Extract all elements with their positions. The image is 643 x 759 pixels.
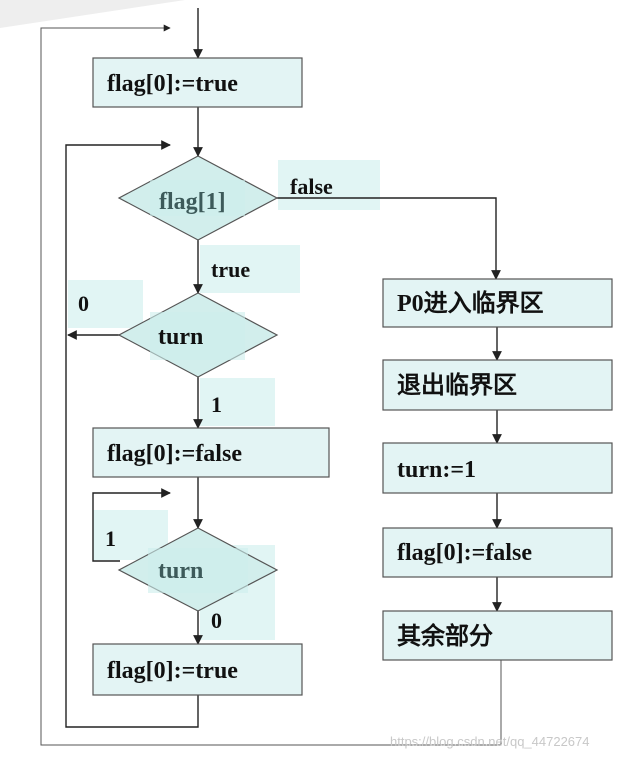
node-set-flag0-false-label: flag[0]:=false xyxy=(107,441,242,467)
decision-flag1-label: flag[1] xyxy=(159,189,226,215)
edge-label-true: true xyxy=(211,257,250,282)
node-exit-critical-label: 退出临界区 xyxy=(397,371,517,399)
node-remainder-label: 其余部分 xyxy=(397,622,493,650)
node-set-flag0-true-top-label: flag[0]:=true xyxy=(107,71,238,97)
flowchart-canvas: flag[0]:=true flag[1] turn flag[0]:=fals… xyxy=(0,0,643,759)
node-set-flag0-false-right-label: flag[0]:=false xyxy=(397,540,532,566)
edge-label-turn-zero: 0 xyxy=(78,291,89,316)
edge-label-false: false xyxy=(290,174,333,199)
edge-flag1-false xyxy=(277,197,501,280)
corner-decoration xyxy=(0,0,185,28)
flowchart: flag[0]:=true flag[1] turn flag[0]:=fals… xyxy=(0,0,613,749)
watermark: https://blog.csdn.net/qq_44722674 xyxy=(390,734,590,749)
edge-label-wait-one: 1 xyxy=(105,526,116,551)
edge-label-turn-one: 1 xyxy=(211,392,222,417)
edge-label-wait-zero: 0 xyxy=(211,608,222,633)
decision-turn-label: turn xyxy=(158,324,203,350)
decision-wait-turn-label: turn xyxy=(158,558,203,584)
node-set-turn-label: turn:=1 xyxy=(397,457,476,483)
node-p0-enter-critical-label: P0进入临界区 xyxy=(397,289,544,317)
node-set-flag0-true-bottom-label: flag[0]:=true xyxy=(107,658,238,684)
